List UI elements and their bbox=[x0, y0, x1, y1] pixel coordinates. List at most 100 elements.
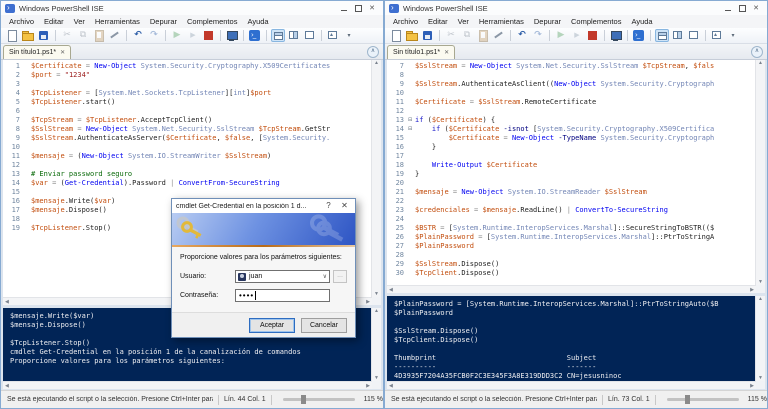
save-script-icon[interactable] bbox=[37, 29, 51, 42]
code-text[interactable]: $Certificate = New-Object System.Securit… bbox=[31, 62, 372, 71]
collapse-pane-icon[interactable]: ∧ bbox=[367, 46, 379, 58]
cancel-button[interactable]: Cancelar bbox=[301, 317, 347, 333]
new-script-icon[interactable] bbox=[389, 29, 403, 42]
code-text[interactable]: $credenciales = $mensaje.ReadLine() | Co… bbox=[415, 206, 756, 215]
show-command-window-icon[interactable] bbox=[326, 28, 340, 42]
redo-icon[interactable] bbox=[531, 29, 545, 42]
script-pane-right-icon[interactable] bbox=[671, 29, 685, 42]
new-remote-powershell-tab-icon[interactable] bbox=[225, 29, 239, 42]
code-text[interactable] bbox=[415, 179, 756, 188]
minimize-icon[interactable] bbox=[721, 3, 735, 14]
browse-users-button[interactable]: ... bbox=[333, 270, 347, 283]
code-text[interactable]: $port = "1234" bbox=[31, 71, 372, 80]
stop-operation-icon[interactable] bbox=[202, 29, 216, 42]
menu-item-depurar[interactable]: Depurar bbox=[529, 17, 566, 26]
code-text[interactable] bbox=[415, 71, 756, 80]
editor-vertical-scrollbar[interactable]: ▲ ▼ bbox=[371, 60, 381, 297]
undo-icon[interactable] bbox=[131, 29, 145, 42]
script-tab[interactable]: Sin título1.ps1* ✕ bbox=[387, 45, 456, 59]
menu-item-herramientas[interactable]: Herramientas bbox=[90, 17, 145, 26]
menu-item-ayuda[interactable]: Ayuda bbox=[242, 17, 273, 26]
code-text[interactable]: $var = (Get-Credential).Password | Conve… bbox=[31, 179, 372, 188]
zoom-slider-handle[interactable] bbox=[300, 395, 306, 404]
code-text[interactable]: Write-Output $Certificate bbox=[415, 161, 756, 170]
minimize-icon[interactable] bbox=[337, 3, 351, 14]
chevron-down-icon[interactable]: ∨ bbox=[323, 273, 327, 280]
code-text[interactable]: $mensaje = New-Object System.IO.StreamRe… bbox=[415, 188, 756, 197]
undo-icon[interactable] bbox=[515, 29, 529, 42]
maximize-icon[interactable] bbox=[735, 3, 749, 14]
editor-vertical-scrollbar[interactable]: ▲ ▼ bbox=[755, 60, 765, 285]
run-script-icon[interactable] bbox=[554, 29, 568, 42]
maximize-icon[interactable] bbox=[351, 3, 365, 14]
new-script-icon[interactable] bbox=[5, 29, 19, 42]
editor-horizontal-scrollbar[interactable]: ◀ ▶ bbox=[387, 285, 756, 293]
window-titlebar[interactable]: Windows PowerShell ISE bbox=[385, 1, 767, 15]
code-text[interactable]: $Certificate = New-Object -TypeName Syst… bbox=[415, 134, 756, 143]
stop-operation-icon[interactable] bbox=[586, 29, 600, 42]
tab-close-icon[interactable]: ✕ bbox=[60, 49, 65, 56]
code-text[interactable]: $TcpListener.start() bbox=[31, 98, 372, 107]
code-text[interactable]: $SslStream = New-Object System.Net.Secur… bbox=[415, 62, 756, 71]
code-text[interactable] bbox=[31, 161, 372, 170]
menu-item-editar[interactable]: Editar bbox=[39, 17, 69, 26]
console-vertical-scrollbar[interactable]: ▲ ▼ bbox=[371, 308, 381, 381]
menu-item-ver[interactable]: Ver bbox=[453, 17, 474, 26]
menu-item-archivo[interactable]: Archivo bbox=[388, 17, 423, 26]
cut-icon[interactable] bbox=[444, 29, 458, 42]
code-text[interactable]: $BSTR = [System.Runtime.InteropServices.… bbox=[415, 224, 756, 233]
script-tab[interactable]: Sin título1.ps1* ✕ bbox=[3, 45, 72, 59]
dialog-close-icon[interactable]: ✕ bbox=[338, 200, 351, 212]
script-pane-right-icon[interactable] bbox=[287, 29, 301, 42]
code-text[interactable]: $SslStream.Dispose() bbox=[415, 260, 756, 269]
dialog-help-icon[interactable]: ? bbox=[322, 200, 335, 212]
menu-item-editar[interactable]: Editar bbox=[423, 17, 453, 26]
code-text[interactable] bbox=[415, 107, 756, 116]
code-text[interactable]: # Enviar password seguro bbox=[31, 170, 372, 179]
code-text[interactable]: $TcpStream = $TcpListener.AcceptTcpClien… bbox=[31, 116, 372, 125]
code-text[interactable]: } bbox=[415, 143, 756, 152]
code-text[interactable] bbox=[31, 107, 372, 116]
script-pane-maximized-icon[interactable] bbox=[303, 29, 317, 42]
code-text[interactable]: $PlainPassword bbox=[415, 242, 756, 251]
copy-icon[interactable] bbox=[460, 29, 474, 42]
username-combobox[interactable]: juan ∨ bbox=[235, 270, 330, 283]
code-text[interactable]: $SslStream.AuthenticateAsClient((New-Obj… bbox=[415, 80, 756, 89]
save-script-icon[interactable] bbox=[421, 29, 435, 42]
console-output[interactable]: $PlainPassword = [System.Runtime.Interop… bbox=[387, 296, 756, 381]
close-icon[interactable] bbox=[365, 3, 379, 14]
code-text[interactable]: if ($Certificate -isnot [System.Security… bbox=[415, 125, 756, 134]
collapse-pane-icon[interactable]: ∧ bbox=[751, 46, 763, 58]
code-text[interactable] bbox=[415, 197, 756, 206]
code-text[interactable]: $Certificate = $SslStream.RemoteCertific… bbox=[415, 98, 756, 107]
script-pane-top-icon[interactable] bbox=[655, 29, 669, 42]
open-script-icon[interactable] bbox=[21, 29, 35, 42]
code-text[interactable]: $TcpClient.Dispose() bbox=[415, 269, 756, 278]
code-text[interactable]: $mensaje = (New-Object System.IO.StreamW… bbox=[31, 152, 372, 161]
console-vertical-scrollbar[interactable]: ▲ ▼ bbox=[755, 296, 765, 381]
code-text[interactable]: $TcpListener = [System.Net.Sockets.TcpLi… bbox=[31, 89, 372, 98]
run-selection-icon[interactable] bbox=[186, 29, 200, 42]
script-pane-maximized-icon[interactable] bbox=[687, 29, 701, 42]
redo-icon[interactable] bbox=[147, 29, 161, 42]
window-titlebar[interactable]: Windows PowerShell ISE bbox=[1, 1, 383, 15]
console-horizontal-scrollbar[interactable]: ◀ ▶ bbox=[387, 381, 756, 389]
fold-collapse-icon[interactable]: ⊟ bbox=[408, 125, 415, 134]
code-text[interactable]: } bbox=[415, 170, 756, 179]
code-text[interactable] bbox=[31, 80, 372, 89]
console-horizontal-scrollbar[interactable]: ◀ ▶ bbox=[3, 381, 372, 389]
script-pane-top-icon[interactable] bbox=[271, 29, 285, 42]
menu-item-archivo[interactable]: Archivo bbox=[4, 17, 39, 26]
show-command-window-icon[interactable] bbox=[710, 28, 724, 42]
clear-console-pane-icon[interactable] bbox=[108, 29, 122, 42]
new-remote-powershell-tab-icon[interactable] bbox=[609, 29, 623, 42]
code-text[interactable] bbox=[415, 251, 756, 260]
toolbar-overflow-icon[interactable] bbox=[342, 29, 356, 42]
code-text[interactable]: $PlainPassword = [System.Runtime.Interop… bbox=[415, 233, 756, 242]
code-text[interactable] bbox=[31, 188, 372, 197]
menu-item-herramientas[interactable]: Herramientas bbox=[474, 17, 529, 26]
code-text[interactable]: $SslStream = New-Object System.Net.Secur… bbox=[31, 125, 372, 134]
menu-item-ayuda[interactable]: Ayuda bbox=[626, 17, 657, 26]
zoom-slider[interactable] bbox=[666, 395, 739, 404]
menu-item-ver[interactable]: Ver bbox=[69, 17, 90, 26]
